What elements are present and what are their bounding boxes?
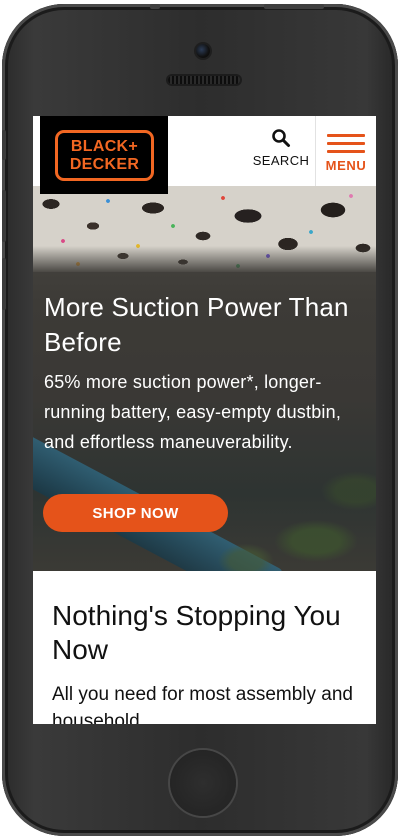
brand-logo[interactable]: BLACK+ DECKER	[40, 116, 168, 194]
hero-banner: More Suction Power Than Before 65% more …	[33, 186, 376, 571]
promo-description: All you need for most assembly and house…	[52, 684, 353, 724]
menu-label: MENU	[325, 158, 367, 173]
hero-title: More Suction Power Than Before	[44, 292, 349, 357]
menu-button[interactable]: MENU	[315, 116, 376, 186]
volume-up-button	[2, 190, 6, 242]
site-header: BLACK+ DECKER SEARCH MENU	[33, 116, 376, 194]
promo-title: Nothing's Stopping You Now	[52, 600, 341, 665]
logo-line-2: DECKER	[69, 155, 140, 173]
volume-down-button	[2, 258, 6, 310]
foliage-image	[206, 451, 376, 571]
search-button[interactable]: SEARCH	[248, 128, 314, 174]
home-button[interactable]	[170, 750, 236, 816]
top-notch-button	[150, 4, 160, 9]
power-button	[264, 4, 324, 9]
promo-section: Nothing's Stopping You Now All you need …	[33, 571, 376, 724]
logo-badge: BLACK+ DECKER	[55, 130, 154, 181]
phone-screen: BLACK+ DECKER SEARCH MENU More Suction P…	[33, 116, 376, 724]
mute-switch	[2, 130, 6, 160]
search-label: SEARCH	[252, 153, 310, 168]
phone-frame: BLACK+ DECKER SEARCH MENU More Suction P…	[2, 4, 398, 836]
hero-text-block: More Suction Power Than Before 65% more …	[44, 290, 364, 457]
logo-line-1: BLACK+	[70, 137, 139, 155]
hero-description: 65% more suction power*, longer-running …	[44, 372, 342, 452]
hero-debris-image	[33, 186, 376, 272]
shop-now-button[interactable]: SHOP NOW	[43, 494, 228, 532]
front-camera-icon	[196, 44, 210, 58]
speaker-grille	[168, 76, 240, 84]
hamburger-icon	[327, 134, 365, 158]
search-icon	[272, 129, 290, 147]
